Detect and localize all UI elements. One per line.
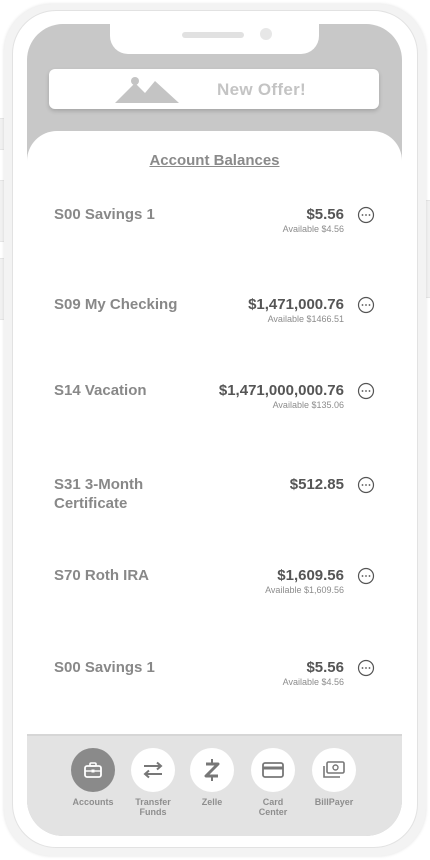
account-balance: $1,471,000,000.76 — [218, 382, 344, 399]
tab-label: Accounts — [72, 797, 114, 807]
account-balance: $5.56 — [306, 659, 344, 676]
new-offer-banner[interactable]: New Offer! — [49, 69, 379, 109]
account-name: S14 Vacation — [54, 382, 147, 399]
tab-accounts[interactable]: Accounts — [63, 748, 123, 807]
account-name: S00 Savings 1 — [54, 659, 155, 676]
more-options-icon[interactable] — [357, 659, 375, 677]
offer-banner-text: New Offer! — [217, 80, 306, 99]
tab-card-center[interactable]: Card Center — [243, 748, 303, 817]
account-available-balance: Available $1466.51 — [267, 314, 344, 324]
account-balance: $1,609.56 — [277, 567, 344, 584]
image-placeholder-icon — [115, 77, 179, 103]
account-name: S00 Savings 1 — [54, 206, 155, 223]
more-options-icon[interactable] — [357, 206, 375, 224]
bill-icon — [312, 748, 356, 792]
account-balance: $1,471,000.76 — [248, 296, 344, 313]
zelle-icon — [190, 748, 234, 792]
bottom-tab-bar: Accounts Transfer Funds Zelle Card Center Bill… — [27, 734, 402, 836]
account-name: S09 My Checking — [54, 296, 178, 313]
front-camera — [260, 28, 272, 40]
account-available-balance: Available $135.06 — [272, 400, 344, 410]
tab-label: Transfer Funds — [135, 797, 171, 817]
account-balances-card: Account Balances S00 Savings 1 $5.56 Avail… — [27, 131, 402, 741]
account-balance: $5.56 — [306, 206, 344, 223]
phone-notch — [110, 24, 319, 54]
tab-label: BillPayer — [314, 797, 354, 807]
more-options-icon[interactable] — [357, 567, 375, 585]
section-title[interactable]: Account Balances — [27, 152, 402, 169]
tab-transfer-funds[interactable]: Transfer Funds — [123, 748, 183, 817]
tab-label: Zelle — [201, 797, 223, 807]
account-available-balance: Available $4.56 — [282, 224, 344, 234]
account-name: S31 3-Month Certificate — [54, 476, 144, 512]
credit-card-icon — [251, 748, 295, 792]
more-options-icon[interactable] — [357, 296, 375, 314]
briefcase-icon — [71, 748, 115, 792]
account-available-balance: Available $4.56 — [282, 677, 344, 687]
tab-zelle[interactable]: Zelle — [182, 748, 242, 807]
tab-billpayer[interactable]: BillPayer — [304, 748, 364, 807]
tab-label: Card Center — [258, 797, 288, 817]
speaker-grille — [182, 32, 244, 38]
more-options-icon[interactable] — [357, 382, 375, 400]
transfer-arrows-icon — [131, 748, 175, 792]
account-name: S70 Roth IRA — [54, 567, 150, 584]
account-available-balance: Available $1,609.56 — [265, 585, 344, 595]
more-options-icon[interactable] — [357, 476, 375, 494]
phone-screen: New Offer! Account Balances S00 Savings … — [27, 24, 402, 836]
app-stage: New Offer! Account Balances S00 Savings … — [0, 0, 430, 860]
account-balance: $512.85 — [289, 476, 344, 493]
